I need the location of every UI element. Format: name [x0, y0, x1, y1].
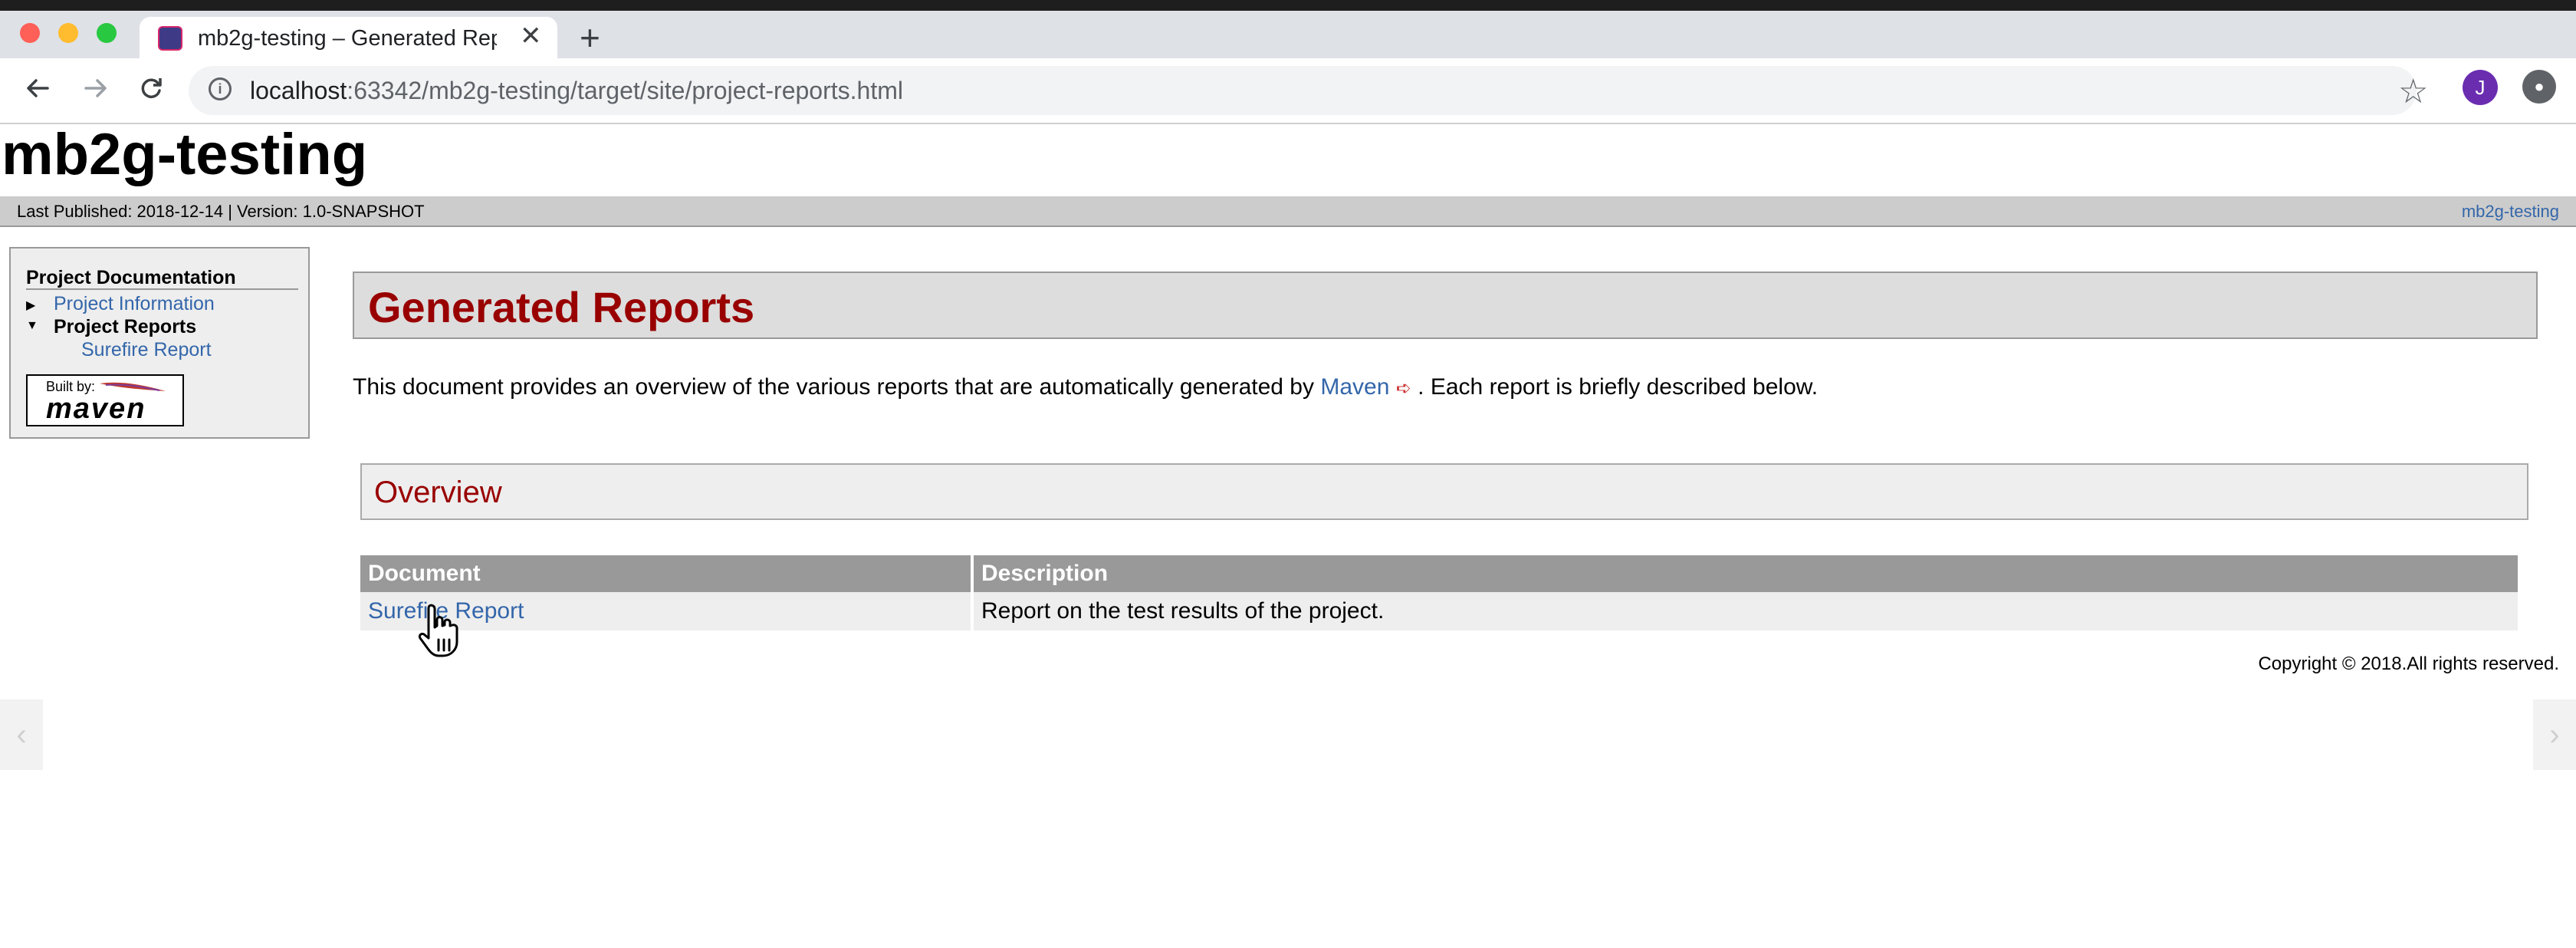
intro-paragraph: This document provides an overview of th…: [353, 374, 1818, 400]
hand-cursor-icon: [418, 604, 458, 657]
profile-avatar[interactable]: J: [2463, 70, 2498, 105]
sidebar-heading: Project Documentation: [26, 267, 236, 288]
sidebar-item-project-information[interactable]: Project Information: [54, 293, 215, 315]
breadcrumb-link[interactable]: mb2g-testing: [2462, 202, 2559, 222]
site-title: mb2g-testing: [2, 122, 368, 187]
info-icon[interactable]: i: [209, 77, 232, 100]
external-link-icon: ➪: [1395, 378, 1411, 399]
divider: [26, 288, 298, 290]
new-tab-button[interactable]: +: [580, 20, 600, 55]
publish-bar: Last Published: 2018-12-14 | Version: 1.…: [0, 196, 2576, 227]
prev-arrow-icon[interactable]: ‹: [0, 699, 43, 770]
intro-text-end: . Each report is briefly described below…: [1411, 374, 1819, 400]
built-by-maven-logo[interactable]: Built by: maven: [26, 374, 184, 426]
extension-icon[interactable]: ●: [2522, 70, 2556, 104]
address-bar: i localhost:63342/mb2g-testing/target/si…: [0, 58, 2576, 124]
intro-text: This document provides an overview of th…: [353, 374, 1321, 400]
tab-title: mb2g-testing – Generated Rep: [198, 26, 497, 51]
favicon-icon: [158, 26, 182, 51]
overview-heading-box: Overview: [360, 463, 2528, 520]
maven-wordmark: maven: [46, 393, 146, 425]
overview-heading: Overview: [374, 476, 502, 509]
url-input[interactable]: i localhost:63342/mb2g-testing/target/si…: [189, 66, 2428, 115]
sidebar-item-surefire-report[interactable]: Surefire Report: [81, 339, 212, 361]
forward-icon[interactable]: [77, 69, 115, 107]
maximize-window-button[interactable]: [97, 23, 117, 43]
sidebar-item-project-reports[interactable]: Project Reports: [54, 316, 196, 338]
column-header-document: Document: [360, 555, 974, 592]
column-header-description: Description: [972, 555, 2521, 592]
back-icon[interactable]: [18, 69, 57, 107]
table-row: Surefire Report Report on the test resul…: [360, 592, 2521, 630]
reports-table: Document Description Surefire Report Rep…: [360, 555, 2521, 630]
page-heading: Generated Reports: [368, 283, 755, 331]
tab-strip: mb2g-testing – Generated Rep ✕ +: [0, 11, 2576, 58]
sidebar: Project Documentation ▶ Project Informat…: [9, 247, 310, 439]
collapsed-arrow-icon: ▶: [26, 299, 36, 312]
close-tab-icon[interactable]: ✕: [520, 23, 542, 49]
table-header-row: Document Description: [360, 555, 2521, 592]
publish-info: Last Published: 2018-12-14 | Version: 1.…: [17, 202, 425, 221]
maven-link[interactable]: Maven: [1320, 374, 1389, 400]
page-heading-box: Generated Reports: [353, 272, 2538, 339]
next-arrow-icon[interactable]: ›: [2533, 699, 2576, 770]
browser-tab[interactable]: mb2g-testing – Generated Rep ✕: [140, 17, 557, 58]
url-text: localhost:63342/mb2g-testing/target/site…: [250, 77, 903, 104]
window-top-strip: [0, 0, 2576, 11]
copyright-text: Copyright © 2018.All rights reserved.: [2258, 653, 2559, 674]
star-icon[interactable]: ☆: [2398, 75, 2428, 109]
table-cell-description: Report on the test results of the projec…: [972, 592, 2521, 630]
close-window-button[interactable]: [20, 23, 40, 43]
reload-icon[interactable]: [132, 69, 170, 107]
minimize-window-button[interactable]: [58, 23, 78, 43]
expanded-arrow-icon: ▼: [26, 319, 38, 332]
